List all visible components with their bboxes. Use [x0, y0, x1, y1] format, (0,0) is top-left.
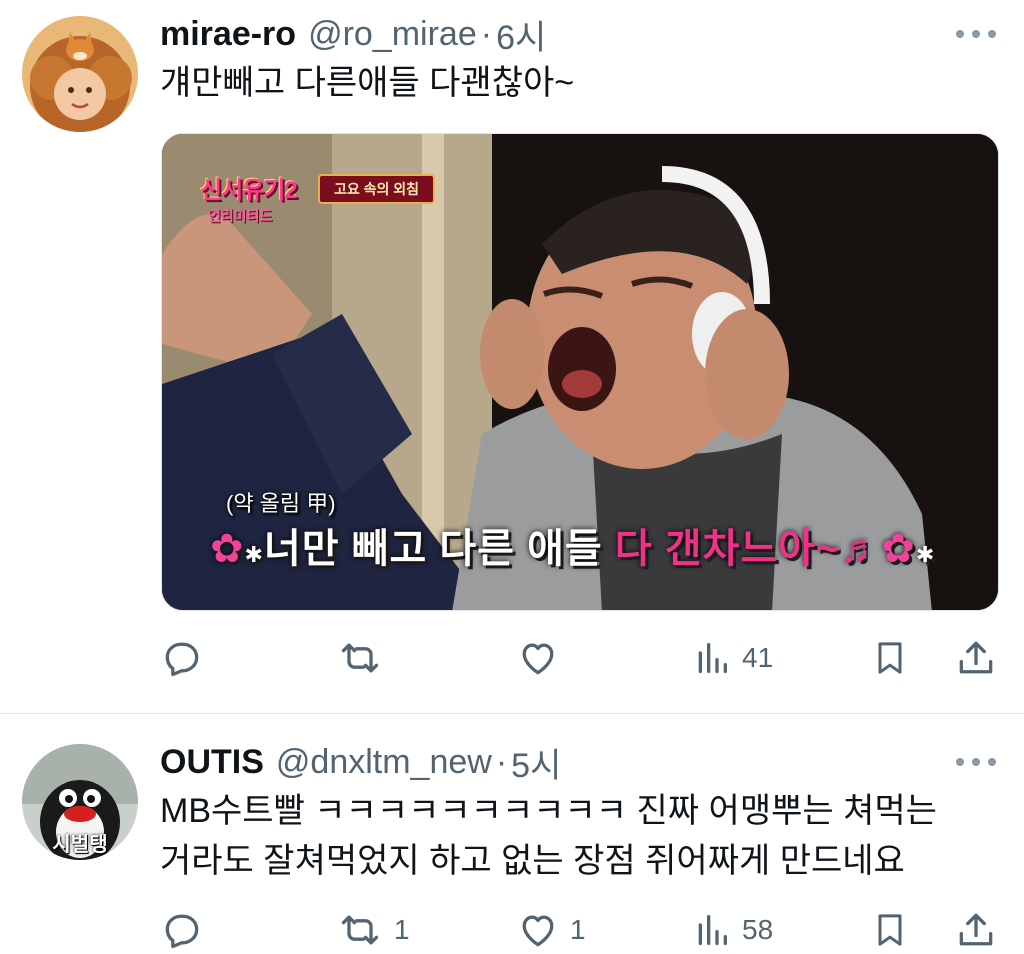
view-count: 58 — [742, 914, 774, 945]
tweet-text: MB수트빨 ㅋㅋㅋㅋㅋㅋㅋㅋㅋㅋ 진짜 어맹뿌는 쳐먹는 거라도 잘쳐먹었지 하… — [160, 786, 1004, 886]
caption-white: 너만 빼고 다른 애들 — [263, 527, 615, 571]
tweet-text: 걔만빼고 다른애들 다괜찮아~ — [160, 64, 575, 102]
music-note-icon: ♬ — [840, 527, 882, 571]
avatar[interactable]: 시벌탱 — [22, 744, 138, 860]
user-handle[interactable]: @dnxltm_new — [276, 743, 492, 782]
like-count: 1 — [570, 914, 586, 945]
caption-main: ✿✱너만 빼고 다른 애들 다 갠차느아~♬✿✱ — [210, 516, 935, 574]
views-icon — [698, 915, 727, 945]
share-button[interactable] — [954, 906, 998, 954]
timestamp[interactable]: 6시 — [496, 10, 546, 59]
bookmark-button[interactable] — [870, 906, 910, 954]
reply-icon — [165, 914, 199, 949]
flower-icon: ✿ — [881, 527, 916, 571]
tweet-actions: 41 — [160, 634, 1000, 682]
separator: · — [480, 14, 493, 53]
user-handle[interactable]: @ro_mirae — [308, 15, 477, 54]
reply-button[interactable] — [160, 634, 214, 682]
bookmark-icon — [878, 642, 902, 674]
tweet-text-line: MB수트빨 ㅋㅋㅋㅋㅋㅋㅋㅋㅋㅋ 진짜 어맹뿌는 쳐먹는 — [160, 792, 937, 830]
avatar-image — [22, 16, 138, 132]
show-logo-subtitle: 언리미티드 — [208, 208, 273, 224]
tweet[interactable]: 시벌탱 OUTIS @dnxltm_new · 5시 MB수트빨 ㅋㅋㅋㅋㅋㅋㅋ… — [0, 714, 1024, 949]
timestamp[interactable]: 5시 — [511, 738, 561, 787]
tweet-actions: 1 1 58 — [160, 906, 1000, 954]
reply-button[interactable] — [160, 906, 214, 954]
views-button[interactable]: 58 — [692, 906, 773, 954]
display-name[interactable]: mirae-ro — [160, 15, 296, 54]
share-button[interactable] — [954, 634, 998, 682]
caption-pink: 다 갠차느아~ — [614, 527, 841, 571]
like-icon — [522, 643, 554, 675]
avatar-label: 시벌탱 — [52, 834, 108, 856]
tweet-header: OUTIS @dnxltm_new · 5시 — [160, 738, 561, 787]
bookmark-icon — [878, 914, 902, 946]
flower-icon: ✱ — [915, 542, 936, 567]
retweet-button[interactable] — [336, 634, 394, 682]
flower-icon: ✿ — [210, 527, 245, 571]
flower-icon: ✱ — [244, 542, 264, 567]
show-logo: 신서유기2 — [200, 177, 298, 204]
separator: · — [495, 742, 508, 781]
segment-title: 고요 속의 외침 — [318, 174, 436, 204]
share-icon — [959, 641, 993, 674]
more-icon[interactable] — [956, 24, 996, 44]
display-name[interactable]: OUTIS — [160, 743, 264, 782]
like-button[interactable]: 1 — [516, 906, 586, 954]
avatar[interactable] — [22, 16, 138, 132]
retweet-button[interactable]: 1 — [336, 906, 410, 954]
views-button[interactable]: 41 — [692, 634, 773, 682]
tweet[interactable]: mirae-ro @ro_mirae · 6시 걔만빼고 다른애들 다괜찮아~ — [0, 0, 1024, 714]
retweet-icon — [341, 915, 379, 945]
reply-icon — [165, 642, 199, 677]
like-icon — [522, 915, 554, 947]
tweet-media[interactable]: 신서유기2 언리미티드 고요 속의 외침 (약 올림 甲) ✿✱너만 빼고 다른… — [161, 133, 999, 611]
tweet-text-line: 거라도 잘쳐먹었지 하고 없는 장점 쥐어짜게 만드네요 — [160, 842, 905, 880]
retweet-count: 1 — [394, 914, 410, 945]
views-icon — [698, 643, 727, 673]
retweet-icon — [341, 643, 379, 673]
share-icon — [959, 913, 993, 946]
more-icon[interactable] — [956, 752, 996, 772]
view-count: 41 — [742, 642, 774, 673]
caption-small: (약 올림 甲) — [226, 491, 336, 516]
tweet-header: mirae-ro @ro_mirae · 6시 — [160, 10, 546, 59]
bookmark-button[interactable] — [870, 634, 910, 682]
like-button[interactable] — [516, 634, 570, 682]
